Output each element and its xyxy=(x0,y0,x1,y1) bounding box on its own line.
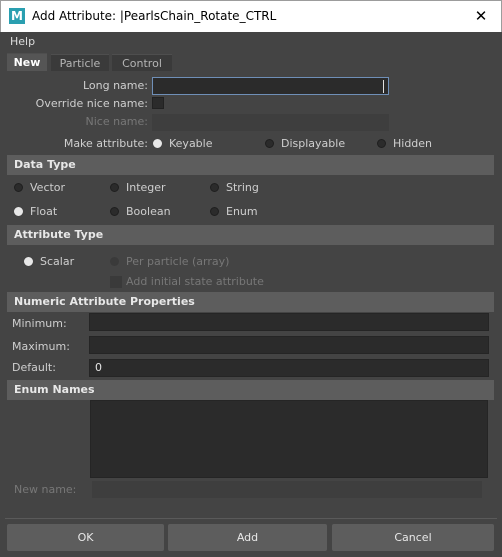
nice-name-input[interactable] xyxy=(152,114,389,131)
hidden-radio[interactable] xyxy=(377,139,386,148)
add-button[interactable]: Add xyxy=(168,524,327,551)
cancel-button[interactable]: Cancel xyxy=(332,524,494,551)
integer-label[interactable]: Integer xyxy=(126,181,166,195)
enum-radio[interactable] xyxy=(210,207,219,216)
new-name-input[interactable] xyxy=(92,481,482,498)
data-type-header[interactable]: Data Type xyxy=(7,155,494,175)
maximum-label: Maximum: xyxy=(12,340,70,353)
string-radio[interactable] xyxy=(210,183,219,192)
float-radio[interactable] xyxy=(14,207,23,216)
enum-label[interactable]: Enum xyxy=(226,205,258,219)
keyable-label[interactable]: Keyable xyxy=(169,137,213,151)
float-label[interactable]: Float xyxy=(30,205,57,219)
add-initial-state-label[interactable]: Add initial state attribute xyxy=(126,275,264,289)
enum-names-header[interactable]: Enum Names xyxy=(7,380,494,400)
nice-name-label: Nice name: xyxy=(85,115,149,128)
long-name-input[interactable] xyxy=(152,77,389,95)
tab-new[interactable]: New xyxy=(7,53,47,71)
displayable-radio[interactable] xyxy=(265,139,274,148)
minimum-label: Minimum: xyxy=(12,317,67,330)
per-particle-label[interactable]: Per particle (array) xyxy=(126,255,229,269)
close-icon[interactable]: ✕ xyxy=(470,6,492,26)
boolean-radio[interactable] xyxy=(110,207,119,216)
window-title: Add Attribute: |PearlsChain_Rotate_CTRL xyxy=(32,9,277,23)
boolean-label[interactable]: Boolean xyxy=(126,205,171,219)
default-input[interactable]: 0 xyxy=(89,359,489,377)
bottom-separator xyxy=(5,518,497,519)
enum-names-list[interactable] xyxy=(90,400,488,478)
vector-label[interactable]: Vector xyxy=(30,181,65,195)
tab-control[interactable]: Control xyxy=(112,54,172,71)
menu-item-help[interactable]: Help xyxy=(10,35,35,48)
numeric-properties-header[interactable]: Numeric Attribute Properties xyxy=(7,292,494,312)
menu-bar xyxy=(0,32,502,51)
maximum-input[interactable] xyxy=(89,336,489,354)
string-label[interactable]: String xyxy=(226,181,259,195)
override-nice-name-label: Override nice name: xyxy=(35,97,148,110)
add-initial-state-checkbox[interactable] xyxy=(110,276,122,288)
per-particle-radio[interactable] xyxy=(110,257,119,266)
vector-radio[interactable] xyxy=(14,183,23,192)
minimum-input[interactable] xyxy=(89,313,489,331)
integer-radio[interactable] xyxy=(110,183,119,192)
default-label: Default: xyxy=(12,361,56,374)
ok-button[interactable]: OK xyxy=(7,524,164,551)
tab-particle[interactable]: Particle xyxy=(51,54,109,71)
maya-app-icon: M xyxy=(9,8,25,24)
make-attribute-label: Make attribute: xyxy=(63,137,148,150)
new-name-label: New name: xyxy=(14,483,77,496)
keyable-radio[interactable] xyxy=(153,139,162,148)
scalar-radio[interactable] xyxy=(24,257,33,266)
text-caret xyxy=(383,80,384,93)
hidden-label[interactable]: Hidden xyxy=(393,137,432,151)
displayable-label[interactable]: Displayable xyxy=(281,137,345,151)
attribute-type-header[interactable]: Attribute Type xyxy=(7,225,494,245)
long-name-label: Long name: xyxy=(82,79,148,92)
scalar-label[interactable]: Scalar xyxy=(40,255,74,269)
override-nice-name-checkbox[interactable] xyxy=(152,97,164,109)
